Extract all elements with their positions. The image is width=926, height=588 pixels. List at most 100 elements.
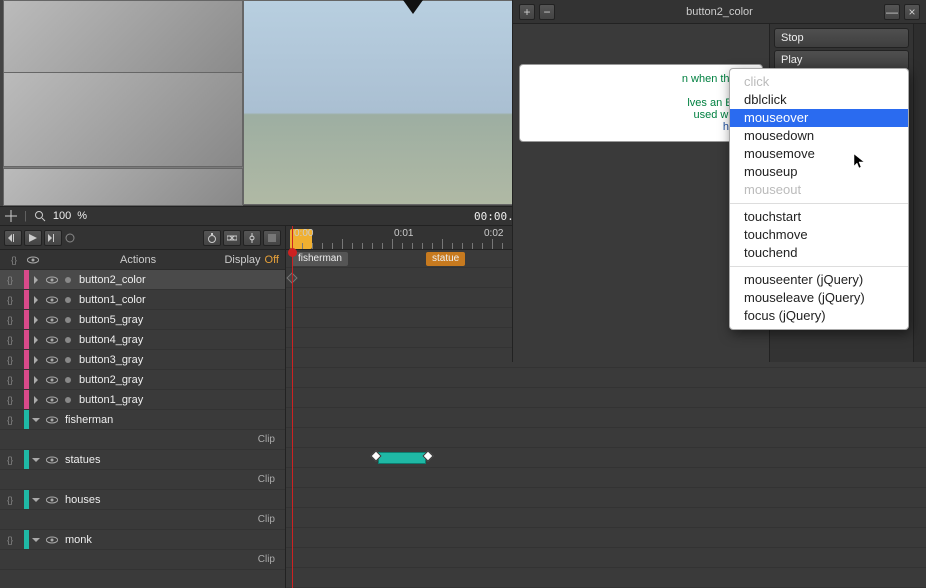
layer-row[interactable]: {}button5_gray [0, 310, 285, 330]
eye-icon[interactable] [45, 313, 59, 327]
scrollbar[interactable] [913, 24, 926, 362]
layer-sub-row[interactable]: Clip [0, 510, 285, 530]
magnifier-icon[interactable] [33, 209, 47, 223]
dropdown-item[interactable]: mouseenter (jQuery) [730, 271, 908, 289]
dropdown-item[interactable]: mouseover [730, 109, 908, 127]
track-row[interactable] [286, 388, 926, 408]
code-icon[interactable]: {} [3, 393, 17, 407]
code-icon[interactable]: {} [3, 333, 17, 347]
snapshot-button[interactable] [243, 230, 261, 246]
layer-row[interactable]: {}houses [0, 490, 285, 510]
track-row[interactable] [286, 568, 926, 588]
dropdown-item[interactable]: touchmove [730, 226, 908, 244]
dropdown-item[interactable]: mouseup [730, 163, 908, 181]
track-row-fisherman[interactable] [286, 428, 926, 448]
stopwatch-button[interactable] [203, 230, 221, 246]
eye-icon[interactable] [45, 353, 59, 367]
eye-icon[interactable] [45, 413, 59, 427]
crosshair-icon[interactable] [4, 209, 18, 223]
arrow-right-icon[interactable] [31, 315, 41, 325]
code-icon[interactable]: {} [3, 273, 17, 287]
layer-row[interactable]: {}button3_gray [0, 350, 285, 370]
layer-sub-row[interactable]: Clip [0, 470, 285, 490]
timeline-label-statue[interactable]: statue [426, 252, 465, 266]
lock-dot-icon[interactable] [65, 297, 71, 303]
layer-row[interactable]: {}monk [0, 530, 285, 550]
track-row-fisherman-clip[interactable] [286, 448, 926, 468]
track-row[interactable] [286, 368, 926, 388]
lock-dot-icon[interactable] [65, 317, 71, 323]
eye-icon[interactable] [45, 373, 59, 387]
eye-icon[interactable] [45, 293, 59, 307]
layer-sub-row[interactable]: Clip [0, 550, 285, 570]
dropdown-item[interactable]: touchend [730, 244, 908, 262]
layer-row[interactable]: {}fisherman [0, 410, 285, 430]
remove-event-button[interactable]: − [539, 4, 555, 20]
layer-row[interactable]: {}button1_color [0, 290, 285, 310]
layer-row[interactable]: {}button2_gray [0, 370, 285, 390]
play-button[interactable] [24, 230, 42, 246]
rewind-button[interactable] [4, 230, 22, 246]
eye-icon[interactable] [26, 253, 40, 267]
track-row[interactable] [286, 548, 926, 568]
code-icon[interactable]: {} [3, 313, 17, 327]
playhead-head-icon[interactable] [288, 248, 297, 257]
layer-sub-row[interactable]: Clip [0, 430, 285, 450]
lock-dot-icon[interactable] [65, 337, 71, 343]
dropdown-item[interactable]: mousedown [730, 127, 908, 145]
arrow-down-icon[interactable] [31, 495, 41, 505]
eye-icon[interactable] [45, 493, 59, 507]
pin-button[interactable] [223, 230, 241, 246]
layer-row[interactable]: {}button2_color [0, 270, 285, 290]
code-icon[interactable]: {} [3, 373, 17, 387]
eye-icon[interactable] [45, 273, 59, 287]
code-icon[interactable]: {} [3, 493, 17, 507]
eye-icon[interactable] [45, 453, 59, 467]
eye-icon[interactable] [45, 333, 59, 347]
zoom-value[interactable]: 100 [53, 210, 71, 222]
minimize-button[interactable]: — [884, 4, 900, 20]
arrow-right-icon[interactable] [31, 355, 41, 365]
lock-dot-icon[interactable] [65, 357, 71, 363]
layer-row[interactable]: {}button1_gray [0, 390, 285, 410]
arrow-down-icon[interactable] [31, 415, 41, 425]
dropdown-item[interactable]: mousemove [730, 145, 908, 163]
loop-button[interactable] [64, 230, 76, 246]
clip-bar[interactable] [378, 452, 426, 464]
arrow-right-icon[interactable] [31, 375, 41, 385]
lock-dot-icon[interactable] [65, 277, 71, 283]
display-off-value[interactable]: Off [265, 254, 279, 266]
lock-dot-icon[interactable] [65, 397, 71, 403]
code-icon[interactable]: {} [3, 293, 17, 307]
code-icon[interactable]: {} [3, 533, 17, 547]
snippet-button[interactable]: Stop [774, 28, 909, 48]
lock-dot-icon[interactable] [65, 377, 71, 383]
layer-row[interactable]: {}statues [0, 450, 285, 470]
dropdown-item[interactable]: focus (jQuery) [730, 307, 908, 325]
arrow-down-icon[interactable] [31, 535, 41, 545]
code-icon[interactable]: {} [3, 453, 17, 467]
dropdown-item[interactable]: mouseleave (jQuery) [730, 289, 908, 307]
arrow-right-icon[interactable] [31, 295, 41, 305]
close-button[interactable]: × [904, 4, 920, 20]
code-icon[interactable]: {} [3, 413, 17, 427]
track-row[interactable] [286, 488, 926, 508]
filter-button[interactable] [263, 230, 281, 246]
code-icon[interactable]: {} [3, 353, 17, 367]
arrow-down-icon[interactable] [31, 455, 41, 465]
timeline-label-fisherman[interactable]: fisherman [292, 252, 348, 266]
add-event-button[interactable]: + [519, 4, 535, 20]
code-icon[interactable]: {} [7, 253, 21, 267]
track-row[interactable] [286, 408, 926, 428]
arrow-right-icon[interactable] [31, 335, 41, 345]
track-row[interactable] [286, 508, 926, 528]
layer-row[interactable]: {}button4_gray [0, 330, 285, 350]
dropdown-item[interactable]: dblclick [730, 91, 908, 109]
track-row[interactable] [286, 528, 926, 548]
snippet-button[interactable]: Play [774, 50, 909, 70]
eye-icon[interactable] [45, 393, 59, 407]
track-row[interactable] [286, 468, 926, 488]
dropdown-item[interactable]: touchstart [730, 208, 908, 226]
eye-icon[interactable] [45, 533, 59, 547]
code-editor[interactable]: n when the mo lves an Edge used with jQ … [519, 64, 763, 142]
